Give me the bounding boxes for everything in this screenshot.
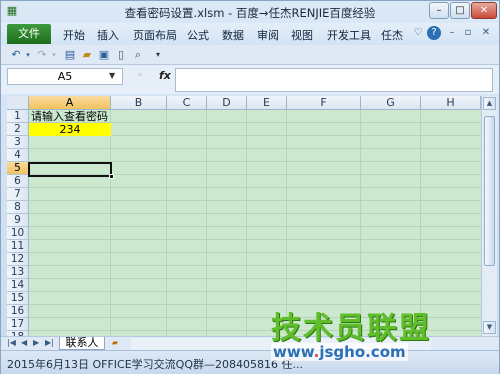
gridline [29, 148, 481, 149]
gridline [246, 110, 247, 336]
row-header-selected[interactable]: 5 [7, 162, 29, 175]
row-header[interactable]: 12 [7, 253, 29, 266]
name-box[interactable]: A5 [7, 68, 123, 85]
row-header[interactable]: 1 [7, 110, 29, 123]
excel-window: ▦ 查看密码设置.xlsm - 百度→任杰RENJIE百度经验 – □ ✕ 文件… [0, 0, 500, 374]
tab-review[interactable]: 审阅 [257, 27, 279, 43]
column-header-d[interactable]: D [207, 96, 247, 110]
column-header-g[interactable]: G [361, 96, 421, 110]
tab-data[interactable]: 数据 [222, 27, 244, 43]
column-header-a[interactable]: A [29, 96, 111, 110]
gridline [29, 239, 481, 240]
row-header[interactable]: 10 [7, 227, 29, 240]
row-header[interactable]: 4 [7, 149, 29, 162]
watermark-title: 技术员联盟 [271, 311, 431, 346]
row-header[interactable]: 8 [7, 201, 29, 214]
tab-developer[interactable]: 开发工具 [327, 27, 371, 43]
quick-access-toolbar: ↶ ▾ ↷ ▾ ▤ ▰ ▣ ▯ ⌕ ▾ [1, 45, 499, 65]
workbook-minimize-icon[interactable]: – [445, 26, 459, 40]
cell-a1[interactable]: 请输入查看密码 [31, 110, 108, 123]
row-header[interactable]: 6 [7, 175, 29, 188]
cell-a2-password[interactable]: 234 [29, 123, 111, 136]
gridline [110, 110, 111, 336]
watermark-url-domain: jsgho [319, 343, 366, 361]
open-folder-icon[interactable]: ▰ [80, 48, 94, 62]
ribbon-tabs: 文件 开始 插入 页面布局 公式 数据 审阅 视图 开发工具 任杰 ♡ ? – … [1, 23, 499, 45]
gridline [29, 187, 481, 188]
redo-dropdown-icon[interactable]: ▾ [47, 48, 61, 62]
column-header-f[interactable]: F [287, 96, 361, 110]
new-document-icon[interactable]: ▯ [114, 48, 128, 62]
gridline [29, 252, 481, 253]
row-header[interactable]: 9 [7, 214, 29, 227]
row-header[interactable]: 16 [7, 305, 29, 318]
row-header[interactable]: 14 [7, 279, 29, 292]
row-header[interactable]: 15 [7, 292, 29, 305]
save-icon[interactable]: ▣ [97, 48, 111, 62]
row-header[interactable]: 7 [7, 188, 29, 201]
maximize-button[interactable]: □ [450, 2, 470, 19]
tab-file[interactable]: 文件 [7, 24, 51, 44]
title-bar: ▦ 查看密码设置.xlsm - 百度→任杰RENJIE百度经验 – □ ✕ [1, 1, 499, 23]
select-all-corner[interactable] [7, 96, 29, 110]
first-sheet-icon[interactable]: |◀ [7, 338, 16, 347]
watermark-url: www.jsgho.com [271, 343, 408, 361]
tab-renjie[interactable]: 任杰 [381, 27, 403, 43]
next-sheet-icon[interactable]: ▶ [33, 338, 39, 347]
row-header[interactable]: 2 [7, 123, 29, 136]
tab-home[interactable]: 开始 [63, 27, 85, 43]
row-header[interactable]: 13 [7, 266, 29, 279]
tab-insert[interactable]: 插入 [97, 27, 119, 43]
workbook-close-icon[interactable]: ✕ [479, 26, 493, 40]
gridline [29, 278, 481, 279]
worksheet-grid[interactable]: A B C D E F G H 1 2 3 4 5 6 7 8 9 10 11 … [7, 96, 481, 336]
watermark-url-prefix: www [273, 343, 314, 361]
column-header-e[interactable]: E [247, 96, 287, 110]
prev-sheet-icon[interactable]: ◀ [21, 338, 27, 347]
help-icon[interactable]: ? [427, 26, 441, 40]
formula-bar-grip-icon: ◦ [137, 71, 143, 81]
gridline [29, 265, 481, 266]
row-header[interactable]: 3 [7, 136, 29, 149]
formula-input[interactable] [175, 68, 493, 92]
scrollbar-thumb[interactable] [484, 116, 495, 266]
status-text: 2015年6月13日 OFFICE学习交流QQ群—208405816 任... [7, 358, 303, 371]
ribbon-collapse-icon[interactable]: ♡ [411, 26, 425, 40]
print-preview-icon[interactable]: ⌕ [131, 48, 145, 62]
row-header[interactable]: 17 [7, 318, 29, 331]
watermark-logo: 技术员联盟 www.jsgho.com [271, 303, 499, 373]
gridline [29, 226, 481, 227]
tab-page-layout[interactable]: 页面布局 [133, 27, 177, 43]
formula-bar: A5 ▼ ◦ fx [1, 65, 499, 94]
tab-formulas[interactable]: 公式 [187, 27, 209, 43]
insert-sheet-icon[interactable]: ▰ [107, 338, 123, 349]
insert-function-button[interactable]: fx [159, 69, 171, 82]
close-button[interactable]: ✕ [471, 2, 497, 19]
column-header-h[interactable]: H [421, 96, 481, 110]
undo-dropdown-icon[interactable]: ▾ [21, 48, 35, 62]
watermark-url-suffix: .com [365, 343, 406, 361]
name-box-dropdown-icon[interactable]: ▼ [109, 71, 115, 80]
gridline [166, 110, 167, 336]
vertical-scrollbar[interactable]: ▲ ▼ [481, 96, 497, 336]
gridline [29, 200, 481, 201]
column-header-b[interactable]: B [111, 96, 167, 110]
last-sheet-icon[interactable]: ▶| [45, 338, 54, 347]
customize-toolbar-icon[interactable]: ▾ [151, 48, 165, 62]
gridline [29, 291, 481, 292]
scroll-up-icon[interactable]: ▲ [483, 97, 496, 110]
workbook-restore-icon[interactable]: ▫ [461, 26, 475, 40]
active-cell-a5[interactable] [28, 162, 112, 177]
gridline [206, 110, 207, 336]
sheet-tab-contacts[interactable]: 联系人 [59, 337, 105, 350]
row-header[interactable]: 11 [7, 240, 29, 253]
window-title: 查看密码设置.xlsm - 百度→任杰RENJIE百度经验 [124, 6, 376, 20]
gridline [29, 213, 481, 214]
minimize-button[interactable]: – [429, 2, 449, 19]
form-icon[interactable]: ▤ [63, 48, 77, 62]
fill-handle[interactable] [109, 174, 114, 179]
tab-view[interactable]: 视图 [291, 27, 313, 43]
column-header-c[interactable]: C [167, 96, 207, 110]
